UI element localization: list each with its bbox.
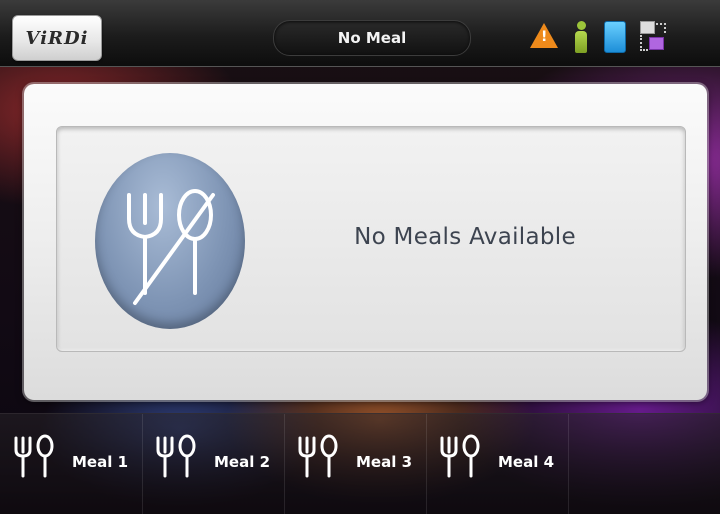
network-icon[interactable] bbox=[640, 21, 670, 53]
empty-meal-slot bbox=[568, 414, 706, 514]
meal-3-button[interactable]: Meal 3 bbox=[284, 414, 427, 514]
meal-3-label: Meal 3 bbox=[356, 453, 413, 471]
meal-4-button[interactable]: Meal 4 bbox=[426, 414, 569, 514]
top-bar: ViRDi No Meal ! bbox=[0, 0, 720, 67]
status-icon-group: ! bbox=[530, 17, 680, 57]
fork-spoon-icon bbox=[156, 434, 196, 478]
no-meals-message: No Meals Available bbox=[354, 224, 576, 250]
virdi-logo: ViRDi bbox=[12, 15, 102, 61]
meal-1-button[interactable]: Meal 1 bbox=[0, 414, 143, 514]
meal-status-text: No Meal bbox=[337, 29, 407, 47]
fork-spoon-icon bbox=[298, 434, 338, 478]
meal-4-label: Meal 4 bbox=[498, 453, 555, 471]
fork-spoon-icon bbox=[14, 434, 54, 478]
meal-1-label: Meal 1 bbox=[72, 453, 129, 471]
meal-selection-bar: Meal 1 Meal 2 Meal 3 Meal 4 bbox=[0, 413, 720, 514]
meal-2-button[interactable]: Meal 2 bbox=[142, 414, 285, 514]
fork-spoon-icon bbox=[440, 434, 480, 478]
person-icon[interactable] bbox=[574, 21, 588, 53]
door-icon[interactable] bbox=[604, 21, 626, 53]
meal-2-label: Meal 2 bbox=[214, 453, 271, 471]
meal-status-display: No Meal bbox=[273, 20, 471, 56]
fork-spoon-crossed-icon bbox=[95, 153, 245, 329]
